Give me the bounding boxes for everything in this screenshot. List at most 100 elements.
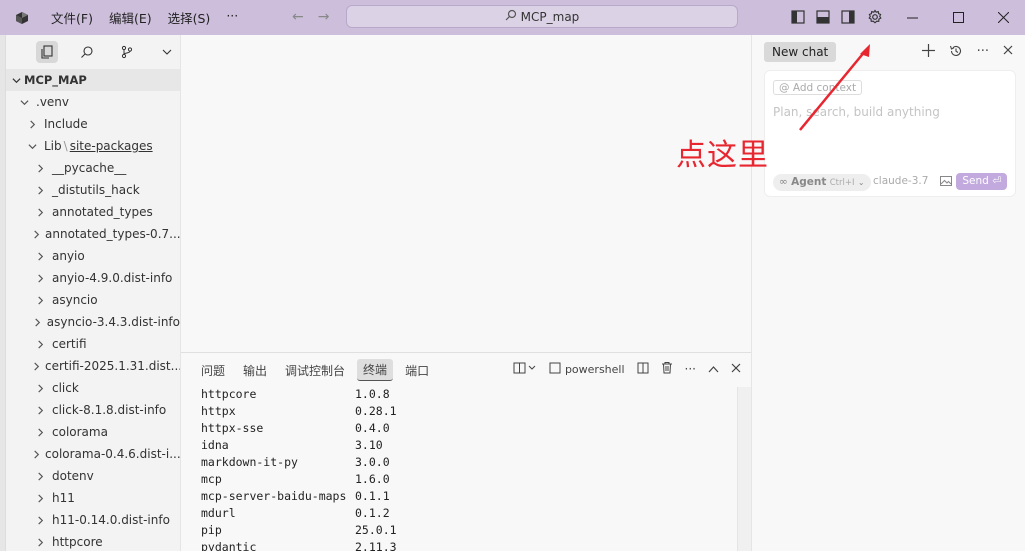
more-actions-icon[interactable]: ··· <box>685 362 696 376</box>
tree-item-label: anyio <box>52 249 85 263</box>
terminal-line: mdurl 0.1.2 <box>201 506 397 523</box>
tree-item[interactable]: anyio-4.9.0.dist-info <box>6 267 180 289</box>
tree-item-label: h11-0.14.0.dist-info <box>52 513 170 527</box>
agent-mode-selector[interactable]: ∞ Agent Ctrl+I ⌄ <box>773 174 871 191</box>
tree-item-label: certifi-2025.1.31.dist... <box>45 359 180 373</box>
search-files-icon[interactable] <box>76 41 98 63</box>
trash-icon[interactable] <box>661 361 673 377</box>
chevron-right-icon <box>24 119 40 129</box>
tree-item-label: certifi <box>52 337 87 351</box>
chevron-right-icon <box>32 207 48 217</box>
tree-item[interactable]: _distutils_hack <box>6 179 180 201</box>
tab-output[interactable]: 输出 <box>237 360 273 381</box>
tree-item-label: h11 <box>52 491 75 505</box>
terminal-line: pip 25.0.1 <box>201 523 397 540</box>
split-terminal-dropdown-icon[interactable] <box>513 362 537 377</box>
tree-item[interactable]: h11-0.14.0.dist-info <box>6 509 180 531</box>
package-name: httpx <box>201 404 236 418</box>
tree-item[interactable]: anyio <box>6 245 180 267</box>
tree-item-label: httpcore <box>52 535 103 549</box>
split-editor-icon[interactable] <box>637 362 649 377</box>
tree-item[interactable]: h11 <box>6 487 180 509</box>
menu-selection[interactable]: 选择(S) <box>160 8 219 27</box>
path-separator: \ <box>63 139 68 153</box>
package-name: idna <box>201 438 229 452</box>
menu-file[interactable]: 文件(F) <box>43 8 101 27</box>
tree-item[interactable]: asyncio-3.4.3.dist-info <box>6 311 180 333</box>
toggle-panel-icon[interactable] <box>814 8 832 26</box>
tree-item[interactable]: certifi <box>6 333 180 355</box>
package-name: httpx-sse <box>201 421 264 435</box>
minimize-button[interactable] <box>889 0 935 35</box>
tree-item[interactable]: certifi-2025.1.31.dist... <box>6 355 180 377</box>
explorer-files-icon[interactable] <box>36 41 58 63</box>
close-chat-icon[interactable] <box>1003 44 1013 62</box>
more-options-icon[interactable]: ··· <box>977 44 989 62</box>
image-icon[interactable] <box>940 176 952 189</box>
chevron-right-icon <box>32 273 48 283</box>
tree-item[interactable]: Lib \ site-packages <box>6 135 180 157</box>
app-logo-icon <box>11 7 33 29</box>
tree-item[interactable]: __pycache__ <box>6 157 180 179</box>
tree-item[interactable]: click <box>6 377 180 399</box>
terminal-output[interactable]: httpcore 1.0.8 httpx 0.28.1 httpx-sse 0.4.0 id… <box>201 387 397 551</box>
tree-item-label: colorama <box>52 425 108 439</box>
chevron-down-icon[interactable] <box>156 41 178 63</box>
source-control-icon[interactable] <box>116 41 138 63</box>
tab-problems[interactable]: 问题 <box>195 360 231 381</box>
bottom-panel: 问题 输出 调试控制台 终端 端口 powershell ··· httpcor… <box>181 352 751 551</box>
maximize-button[interactable] <box>935 0 981 35</box>
workspace-root[interactable]: MCP_MAP <box>6 69 180 91</box>
tree-item[interactable]: httpcore <box>6 531 180 551</box>
send-button[interactable]: Send ⏎ <box>956 173 1007 190</box>
tree-item-label: annotated_types-0.7... <box>45 227 180 241</box>
tree-item[interactable]: annotated_types <box>6 201 180 223</box>
editor-area <box>181 35 751 352</box>
chat-header-actions: ··· <box>921 44 1013 62</box>
chevron-right-icon <box>32 383 48 393</box>
terminal-line: httpx-sse 0.4.0 <box>201 421 397 438</box>
package-version: 25.0.1 <box>355 523 397 537</box>
terminal-scrollbar[interactable] <box>737 387 751 551</box>
tree-item-compact-folder[interactable]: site-packages <box>70 139 153 153</box>
tree-item[interactable]: colorama <box>6 421 180 443</box>
chevron-down-icon <box>8 76 24 85</box>
agent-label: Agent <box>791 176 827 188</box>
close-panel-icon[interactable] <box>731 362 741 376</box>
terminal-instance[interactable]: powershell <box>549 362 625 377</box>
package-name: mdurl <box>201 506 236 520</box>
model-selector[interactable]: claude-3.7 <box>873 175 928 187</box>
tree-item[interactable]: click-8.1.8.dist-info <box>6 399 180 421</box>
tree-item-label: anyio-4.9.0.dist-info <box>52 271 173 285</box>
tab-ports[interactable]: 端口 <box>399 360 435 381</box>
chevron-down-icon: ⌄ <box>857 178 865 187</box>
toggle-secondary-sidebar-icon[interactable] <box>839 8 857 26</box>
plus-icon[interactable] <box>921 44 935 62</box>
forward-arrow-icon[interactable]: → <box>318 9 330 25</box>
tab-debug-console[interactable]: 调试控制台 <box>279 360 351 381</box>
chevron-right-icon <box>32 229 41 239</box>
shell-label: powershell <box>564 362 625 376</box>
package-version: 0.1.2 <box>355 506 390 520</box>
tree-item-label: asyncio-3.4.3.dist-info <box>46 315 180 329</box>
tree-item[interactable]: Include <box>6 113 180 135</box>
menu-more[interactable]: ··· <box>218 8 246 27</box>
tree-item[interactable]: colorama-0.4.6.dist-i... <box>6 443 180 465</box>
menu-edit[interactable]: 编辑(E) <box>101 8 160 27</box>
history-icon[interactable] <box>949 44 963 62</box>
tree-item[interactable]: asyncio <box>6 289 180 311</box>
close-window-button[interactable] <box>980 0 1025 35</box>
maximize-panel-icon[interactable] <box>708 362 719 376</box>
tree-item[interactable]: annotated_types-0.7... <box>6 223 180 245</box>
tab-terminal[interactable]: 终端 <box>357 359 394 381</box>
toggle-primary-sidebar-icon[interactable] <box>789 8 807 26</box>
package-version: 1.0.8 <box>355 387 390 401</box>
tree-item[interactable]: dotenv <box>6 465 180 487</box>
command-search-box[interactable]: MCP_map <box>346 5 738 28</box>
settings-gear-icon[interactable] <box>866 8 884 26</box>
package-version: 0.4.0 <box>355 421 390 435</box>
package-version: 0.28.1 <box>355 404 397 418</box>
tree-item[interactable]: .venv <box>6 91 180 113</box>
chevron-right-icon <box>32 185 48 195</box>
back-arrow-icon[interactable]: ← <box>292 9 304 25</box>
